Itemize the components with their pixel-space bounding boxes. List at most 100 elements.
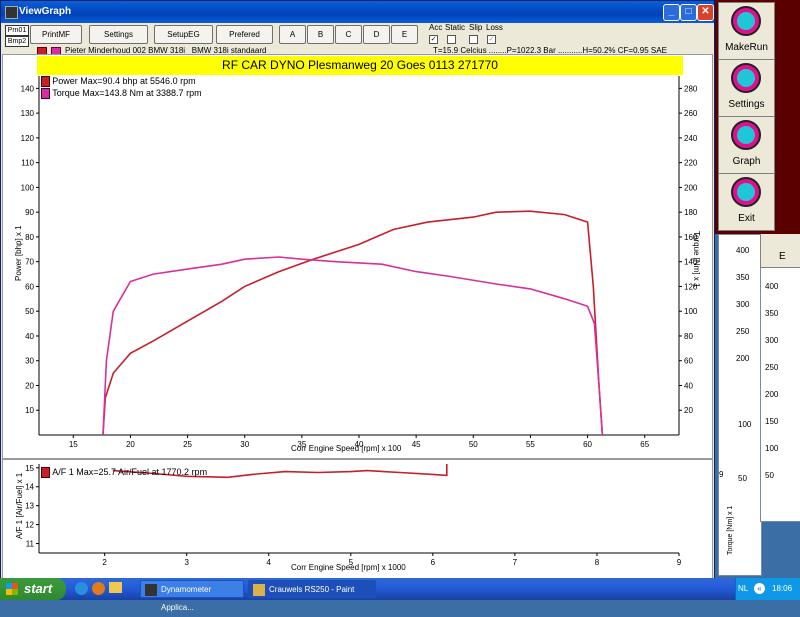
exit-icon bbox=[731, 177, 761, 207]
bg-tick: 400 bbox=[736, 246, 750, 255]
static-label: Static bbox=[445, 23, 466, 32]
printmf-button[interactable]: PrintMF bbox=[30, 25, 82, 44]
bg-torque-axis-label: Torque [Nm] x 1 bbox=[727, 505, 734, 555]
bg-tick: 250 bbox=[736, 327, 750, 336]
y2-tick-label: 20 bbox=[684, 406, 693, 415]
windows-logo-icon bbox=[6, 583, 18, 595]
bg-tick: 100 bbox=[765, 444, 779, 453]
viewgraph-window: ViewGraph _ □ ✕ Prn01 Bmp2 PrintMF Setti… bbox=[0, 0, 715, 580]
y2-tick-label: 40 bbox=[684, 381, 693, 390]
y-tick-label: 50 bbox=[25, 307, 34, 316]
x-tick-label: 30 bbox=[240, 440, 249, 449]
task-dynamometer[interactable]: Dynamometer Applica... bbox=[140, 580, 244, 612]
setupeg-button[interactable]: SetupEG bbox=[154, 25, 213, 44]
y-tick-label: 70 bbox=[25, 258, 34, 267]
slip-label: Slip bbox=[469, 23, 483, 32]
y-tick-label: 15 bbox=[25, 464, 34, 473]
x-axis-label-main: Corr Engine Speed [rpm] x 100 bbox=[291, 444, 402, 453]
a-button[interactable]: A bbox=[279, 25, 306, 44]
prn01-button[interactable]: Prn01 bbox=[5, 25, 29, 36]
acc-checkbox[interactable]: ✓ bbox=[429, 35, 438, 44]
y-tick-label: 120 bbox=[21, 134, 35, 143]
exit-label: Exit bbox=[738, 213, 755, 224]
y2-tick-label: 200 bbox=[684, 183, 698, 192]
minimize-button[interactable]: _ bbox=[663, 4, 680, 21]
main-chart: 15 20 25 30 35 40 45 50 55 60 65102030405060708090… bbox=[21, 76, 698, 449]
legend-power-text: Power Max=90.4 bhp at 5546.0 rpm bbox=[52, 76, 196, 86]
maximize-button[interactable]: □ bbox=[680, 4, 697, 21]
language-indicator[interactable]: NL bbox=[738, 578, 748, 600]
settings-panel-label: Settings bbox=[728, 99, 765, 110]
loss-label: Loss bbox=[486, 23, 503, 32]
exit-button[interactable]: Exit bbox=[718, 173, 775, 231]
window-title: ViewGraph bbox=[19, 6, 72, 17]
y-tick-label: 100 bbox=[21, 183, 35, 192]
graph-button[interactable]: Graph bbox=[718, 116, 775, 174]
d-button[interactable]: D bbox=[363, 25, 390, 44]
x-tick-label: 20 bbox=[126, 440, 135, 449]
task-paint-label: Crauwels RS250 - Paint bbox=[269, 585, 355, 594]
x-tick-label: 15 bbox=[69, 440, 78, 449]
x-tick-label: 65 bbox=[640, 440, 649, 449]
bg-e-label: E bbox=[779, 251, 786, 262]
close-button[interactable]: ✕ bbox=[697, 4, 714, 21]
settings-button[interactable]: Settings bbox=[89, 25, 148, 44]
bg-ticks-a: 400 350 300 250 200 bbox=[736, 246, 749, 381]
x-axis-label-af: Corr Engine Speed [rpm] x 1000 bbox=[291, 563, 406, 572]
bg-tick: 200 bbox=[736, 354, 750, 363]
bg-bottom-tick: 9 bbox=[719, 470, 724, 479]
bg-tick: 250 bbox=[765, 363, 779, 372]
y2-tick-label: 220 bbox=[684, 159, 698, 168]
series-line-power bbox=[102, 210, 604, 436]
legend-af: A/F 1 Max=25.7 Air/Fuel at 1770.2 rpm bbox=[41, 467, 207, 479]
bg-tick: 300 bbox=[765, 336, 779, 345]
loss-checkbox[interactable]: ✓ bbox=[487, 35, 496, 44]
task-dynamometer-label: Dynamometer Applica... bbox=[161, 585, 212, 612]
x-tick-label: 60 bbox=[583, 440, 592, 449]
y2-tick-label: 260 bbox=[684, 109, 698, 118]
c-button[interactable]: C bbox=[335, 25, 362, 44]
b-button[interactable]: B bbox=[307, 25, 334, 44]
quicklaunch-folder-icon[interactable] bbox=[109, 582, 122, 593]
slip-checkbox[interactable] bbox=[469, 35, 478, 44]
start-button[interactable]: start bbox=[0, 578, 66, 600]
y2-tick-label: 80 bbox=[684, 332, 693, 341]
legend-torque: Torque Max=143.8 Nm at 3388.7 rpm bbox=[41, 88, 202, 100]
bg-tick: 350 bbox=[736, 273, 750, 282]
graph-icon bbox=[731, 120, 761, 150]
title-bar[interactable]: ViewGraph _ □ ✕ bbox=[1, 1, 714, 23]
app-icon bbox=[5, 6, 18, 19]
main-chart-panel: RF CAR DYNO Plesmanweg 20 Goes 0113 2717… bbox=[2, 54, 713, 459]
task-paint[interactable]: Crauwels RS250 - Paint bbox=[248, 580, 376, 598]
bmp2-button[interactable]: Bmp2 bbox=[5, 36, 29, 47]
settings-panel-button[interactable]: Settings bbox=[718, 59, 775, 117]
y-tick-label: 90 bbox=[25, 208, 34, 217]
x-tick-label: 8 bbox=[595, 558, 600, 567]
y2-tick-label: 60 bbox=[684, 357, 693, 366]
quicklaunch-ie-icon[interactable] bbox=[75, 582, 88, 595]
x-tick-label: 2 bbox=[102, 558, 107, 567]
x-tick-label: 55 bbox=[526, 440, 535, 449]
y2-tick-label: 280 bbox=[684, 84, 698, 93]
legend-torque-text: Torque Max=143.8 Nm at 3388.7 rpm bbox=[52, 88, 202, 98]
y-tick-label: 80 bbox=[25, 233, 34, 242]
bg-ticks-c: 100 50 bbox=[738, 420, 751, 501]
x-tick-label: 4 bbox=[267, 558, 272, 567]
y2-tick-label: 240 bbox=[684, 134, 698, 143]
prefered-button[interactable]: Prefered bbox=[216, 25, 273, 44]
x-tick-label: 25 bbox=[183, 440, 192, 449]
paint-icon bbox=[253, 584, 265, 596]
taskbar: start Dynamometer Applica... Crauwels RS… bbox=[0, 578, 800, 612]
y2-tick-label: 180 bbox=[684, 208, 698, 217]
legend-power-swatch bbox=[41, 76, 50, 88]
static-checkbox[interactable] bbox=[447, 35, 456, 44]
e-button[interactable]: E bbox=[391, 25, 418, 44]
makerun-icon bbox=[731, 6, 761, 36]
quicklaunch-firefox-icon[interactable] bbox=[92, 582, 105, 595]
y2-tick-label: 100 bbox=[684, 307, 698, 316]
legend-af-swatch bbox=[41, 467, 50, 479]
bg-tick: 50 bbox=[738, 474, 747, 483]
tray-expand-icon[interactable]: « bbox=[754, 583, 765, 594]
makerun-button[interactable]: MakeRun bbox=[718, 2, 775, 60]
y-tick-label: 110 bbox=[21, 159, 34, 168]
